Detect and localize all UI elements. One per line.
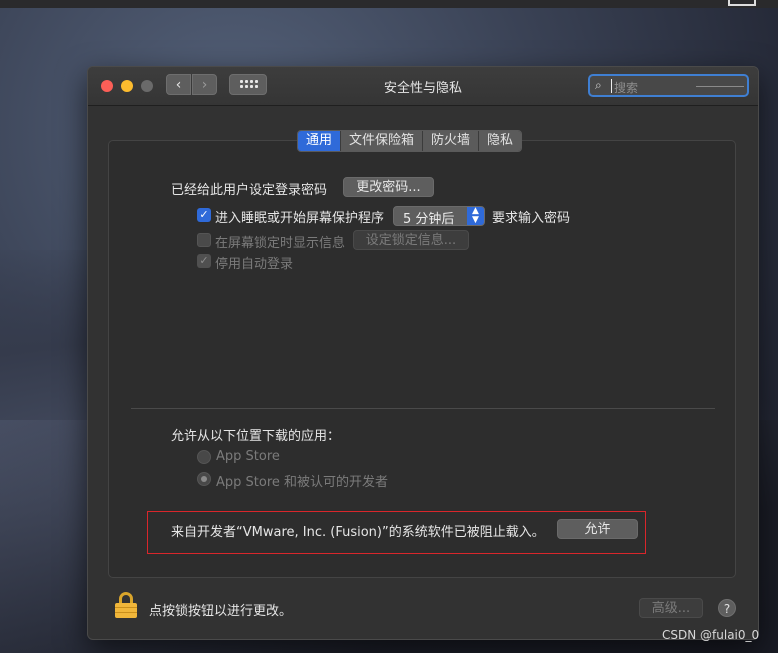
- watermark: CSDN @fulai0_0: [662, 628, 760, 642]
- require-password-checkbox[interactable]: ✓: [197, 208, 211, 222]
- password-delay-value: 5 分钟后: [403, 212, 455, 227]
- section-divider: [131, 408, 715, 409]
- search-field[interactable]: ⌕ 搜索: [588, 74, 749, 97]
- show-message-label: 在屏幕锁定时显示信息: [215, 236, 346, 251]
- radio-app-store-identified[interactable]: [197, 472, 211, 486]
- tab-general[interactable]: 通用: [298, 131, 341, 151]
- search-underline: [696, 86, 744, 87]
- tab-privacy[interactable]: 隐私: [478, 131, 522, 151]
- preferences-window: ‹ › 安全性与隐私 ⌕ 搜索 通用 文件保险箱 防火墙 隐私 已经给此用户设定…: [87, 66, 759, 640]
- disable-autologin-label: 停用自动登录: [215, 257, 294, 272]
- help-button[interactable]: ?: [718, 599, 736, 617]
- password-delay-select[interactable]: 5 分钟后 ▲ ▼: [393, 206, 485, 227]
- search-placeholder: 搜索: [614, 81, 639, 95]
- blocked-notice-text: 来自开发者“VMware, Inc. (Fusion)”的系统软件已被阻止载入。: [171, 525, 545, 540]
- title-bar: ‹ › 安全性与隐私 ⌕ 搜索: [88, 67, 758, 106]
- show-message-checkbox[interactable]: [197, 233, 211, 247]
- disable-autologin-checkbox[interactable]: ✓: [197, 254, 211, 268]
- chevron-updown-icon: ▲ ▼: [467, 207, 484, 225]
- search-icon: ⌕: [595, 78, 602, 92]
- set-lock-message-button[interactable]: 设定锁定信息...: [353, 230, 469, 250]
- advanced-button[interactable]: 高级...: [639, 598, 703, 618]
- radio-app-store-identified-label: App Store 和被认可的开发者: [216, 475, 389, 490]
- radio-app-store-label: App Store: [216, 449, 280, 464]
- require-password-suffix: 要求输入密码: [492, 211, 571, 226]
- change-password-button[interactable]: 更改密码...: [343, 177, 434, 197]
- tab-firewall[interactable]: 防火墙: [422, 131, 479, 151]
- tab-bar: 通用 文件保险箱 防火墙 隐私: [297, 130, 523, 152]
- radio-app-store[interactable]: [197, 450, 211, 464]
- menu-bar-status-icon[interactable]: [728, 0, 756, 6]
- menu-bar: [0, 0, 778, 8]
- require-password-label: 进入睡眠或开始屏幕保护程序: [215, 211, 385, 226]
- lock-hint-text: 点按锁按钮以进行更改。: [149, 604, 293, 619]
- password-set-label: 已经给此用户设定登录密码: [171, 183, 328, 198]
- text-caret: [611, 79, 612, 93]
- lock-icon[interactable]: [115, 592, 137, 618]
- allow-button[interactable]: 允许: [557, 519, 638, 539]
- downloads-heading: 允许从以下位置下载的应用：: [171, 429, 341, 444]
- tab-filevault[interactable]: 文件保险箱: [340, 131, 423, 151]
